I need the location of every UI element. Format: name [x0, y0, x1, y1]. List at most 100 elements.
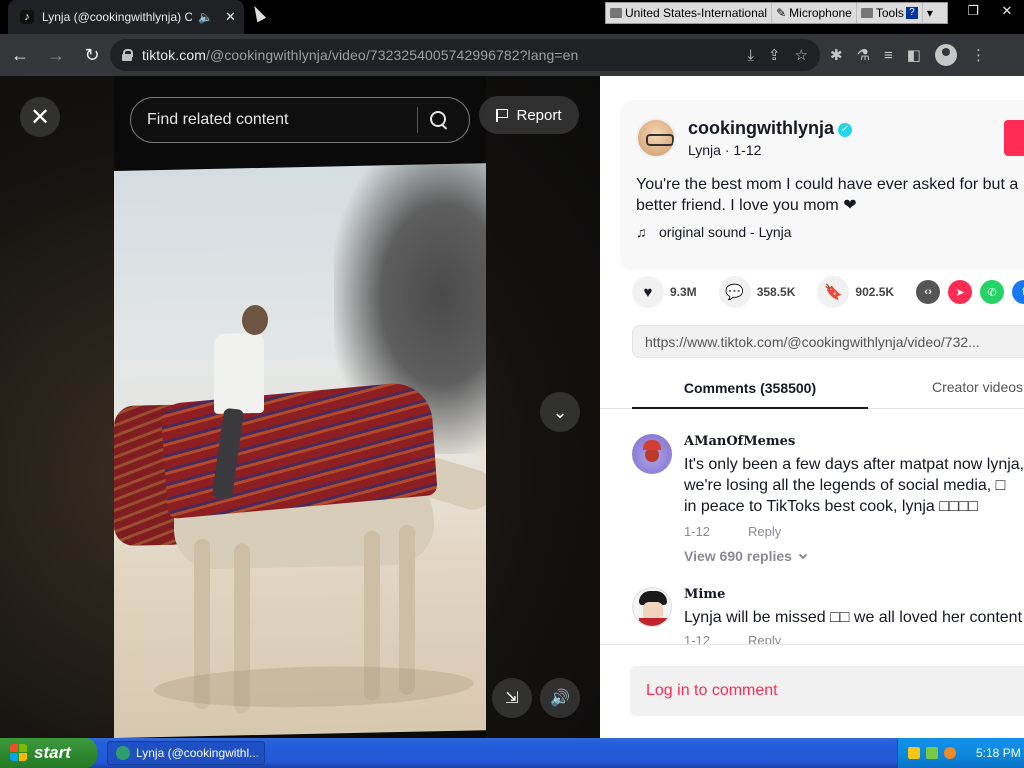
login-bar: Log in to comment — [600, 644, 1024, 738]
sound-link[interactable]: ♫ original sound - Lynja — [636, 224, 792, 240]
browser-tab[interactable]: ♪ Lynja (@cookingwithlynja) Offi 🔈 ✕ — [8, 0, 244, 34]
microphone-label: Microphone — [789, 6, 852, 20]
start-button[interactable]: start — [0, 738, 97, 768]
engagement-actions: ♥ 9.3M 💬 358.5K 🔖 902.5K ‹› ➤ ✆ f — [632, 276, 1024, 308]
commenter-avatar[interactable] — [632, 587, 672, 627]
avatar-scarf — [639, 618, 667, 626]
search-placeholder: Find related content — [147, 111, 289, 128]
search-icon[interactable] — [430, 111, 448, 129]
view-replies-button[interactable]: View 690 replies — [684, 548, 808, 564]
login-to-comment-button[interactable]: Log in to comment — [630, 666, 1024, 716]
whatsapp-icon[interactable]: ✆ — [980, 280, 1005, 304]
report-label: Report — [516, 106, 562, 124]
sound-name: original sound - Lynja — [659, 224, 792, 240]
langbar-options-button[interactable]: ▾ — [923, 3, 937, 23]
tab-creator-videos[interactable]: Creator videos — [932, 368, 1023, 409]
security-shield-icon[interactable] — [908, 747, 920, 759]
comment-username[interactable]: AManOfMemes — [684, 434, 795, 449]
mouse-cursor-icon — [249, 3, 267, 23]
speaker-icon[interactable]: 🔈 — [198, 10, 213, 24]
like-action[interactable]: ♥ 9.3M — [632, 276, 697, 308]
back-arrow-icon[interactable]: ← — [4, 39, 36, 71]
keyboard-icon — [610, 8, 622, 18]
system-tray: 5:18 PM — [897, 738, 1024, 768]
send-to-friends-icon[interactable]: ➤ — [948, 280, 973, 304]
windows-taskbar: start Lynja (@cookingwithl... 5:18 PM — [0, 738, 1024, 768]
menu-kebab-icon[interactable]: ⋮ — [971, 46, 986, 64]
comment-meta: 1-12 Reply — [684, 524, 781, 539]
start-label: start — [34, 743, 71, 762]
comment-item: AManOfMemes It's only been a few days af… — [632, 434, 1024, 564]
browser-toolbar: ← → ↻ tiktok.com/@cookingwithlynja/video… — [0, 34, 1024, 76]
follow-button[interactable] — [1004, 120, 1024, 156]
comment-username[interactable]: Mime — [684, 587, 725, 602]
tab-close-icon[interactable]: ✕ — [225, 9, 236, 25]
commenter-avatar[interactable] — [632, 434, 672, 474]
omnibox-actions: ⤓ ⇪ ☆ — [747, 39, 808, 71]
facebook-icon[interactable]: f — [1012, 280, 1024, 304]
media-controls-icon[interactable]: ≡ — [884, 47, 893, 64]
share-page-icon[interactable]: ⇪ — [768, 46, 781, 64]
video-frame[interactable] — [114, 76, 486, 738]
address-bar[interactable]: tiktok.com/@cookingwithlynja/video/73232… — [110, 39, 820, 71]
language-selector[interactable]: United States-International — [606, 3, 773, 23]
url-path: /@cookingwithlynja/video/732325400574299… — [206, 47, 579, 63]
video-player-area: ✕ Find related content Report ⌄ ⇲ 🔊 — [0, 76, 600, 738]
music-note-icon: ♫ — [636, 224, 647, 240]
flag-icon — [496, 108, 509, 122]
side-panel-icon[interactable]: ◧ — [907, 46, 921, 64]
close-video-icon[interactable]: ✕ — [20, 97, 60, 137]
url-host: tiktok.com — [142, 47, 207, 63]
find-related-search[interactable]: Find related content — [130, 97, 470, 143]
taskbar-browser-item[interactable]: Lynja (@cookingwithl... — [107, 741, 265, 765]
forward-arrow-icon[interactable]: → — [40, 39, 72, 71]
search-divider — [417, 107, 418, 133]
close-window-icon[interactable]: ✕ — [990, 0, 1024, 30]
heart-icon[interactable]: ♥ — [632, 276, 664, 308]
extensions-puzzle-icon[interactable]: ✱ — [830, 46, 843, 64]
extension-icons: ✱ ⚗ ≡ ◧ ⋮ — [830, 34, 986, 76]
network-icon[interactable] — [926, 747, 938, 759]
author-avatar[interactable] — [636, 118, 676, 158]
comment-action[interactable]: 💬 358.5K — [718, 276, 795, 308]
author-handle[interactable]: cookingwithlynja ✓ — [688, 118, 853, 139]
tools-icon — [860, 8, 873, 18]
save-action[interactable]: 🔖 902.5K — [817, 276, 894, 308]
labs-flask-icon[interactable]: ⚗ — [857, 46, 870, 64]
author-handle-text: cookingwithlynja — [688, 118, 835, 138]
url-text: tiktok.com/@cookingwithlynja/video/73232… — [142, 47, 578, 63]
bookmark-icon[interactable]: 🔖 — [817, 276, 850, 308]
lock-icon[interactable] — [122, 49, 133, 61]
comment-text: It's only been a few days after matpat n… — [684, 456, 1024, 515]
help-icon[interactable]: ? — [905, 7, 918, 19]
microphone-icon: ✎ — [776, 6, 787, 20]
bookmark-star-icon[interactable]: ☆ — [795, 46, 808, 64]
language-bar: United States-International ✎ Microphone… — [605, 2, 948, 24]
floating-player-icon[interactable]: ⇲ — [492, 678, 532, 718]
verified-badge-icon: ✓ — [838, 123, 853, 137]
comment-bubble-icon[interactable]: 💬 — [718, 276, 751, 308]
browser-tabstrip: ♪ Lynja (@cookingwithlynja) Offi 🔈 ✕ Uni… — [0, 0, 1024, 34]
clock: 5:18 PM — [976, 746, 1021, 760]
video-still-image — [114, 162, 486, 738]
tab-comments[interactable]: Comments (358500) — [632, 368, 868, 409]
restore-window-icon[interactable]: ❐ — [956, 0, 990, 30]
copy-link-field[interactable]: https://www.tiktok.com/@cookingwithlynja… — [632, 325, 1024, 358]
window-controls: ❐ ✕ — [956, 0, 1024, 30]
microphone-button[interactable]: ✎ Microphone — [772, 3, 857, 23]
report-button[interactable]: Report — [479, 96, 579, 134]
search-tray-icon[interactable] — [944, 747, 956, 759]
avatar-hat — [643, 440, 661, 450]
next-video-chevron-icon[interactable]: ⌄ — [540, 392, 580, 432]
install-app-icon[interactable]: ⤓ — [747, 47, 754, 64]
volume-icon[interactable]: 🔊 — [540, 678, 580, 718]
reload-icon[interactable]: ↻ — [76, 39, 108, 71]
tools-button[interactable]: Tools ? — [857, 3, 923, 23]
profile-avatar-icon[interactable] — [934, 44, 957, 66]
language-label: United States-International — [625, 6, 768, 20]
reply-button[interactable]: Reply — [748, 524, 781, 539]
taskbar-item-label: Lynja (@cookingwithl... — [136, 746, 260, 760]
embed-code-icon[interactable]: ‹› — [916, 280, 941, 304]
author-card: cookingwithlynja ✓ Lynja · 1-12 You're th… — [620, 100, 1024, 270]
rider-head — [242, 304, 268, 336]
